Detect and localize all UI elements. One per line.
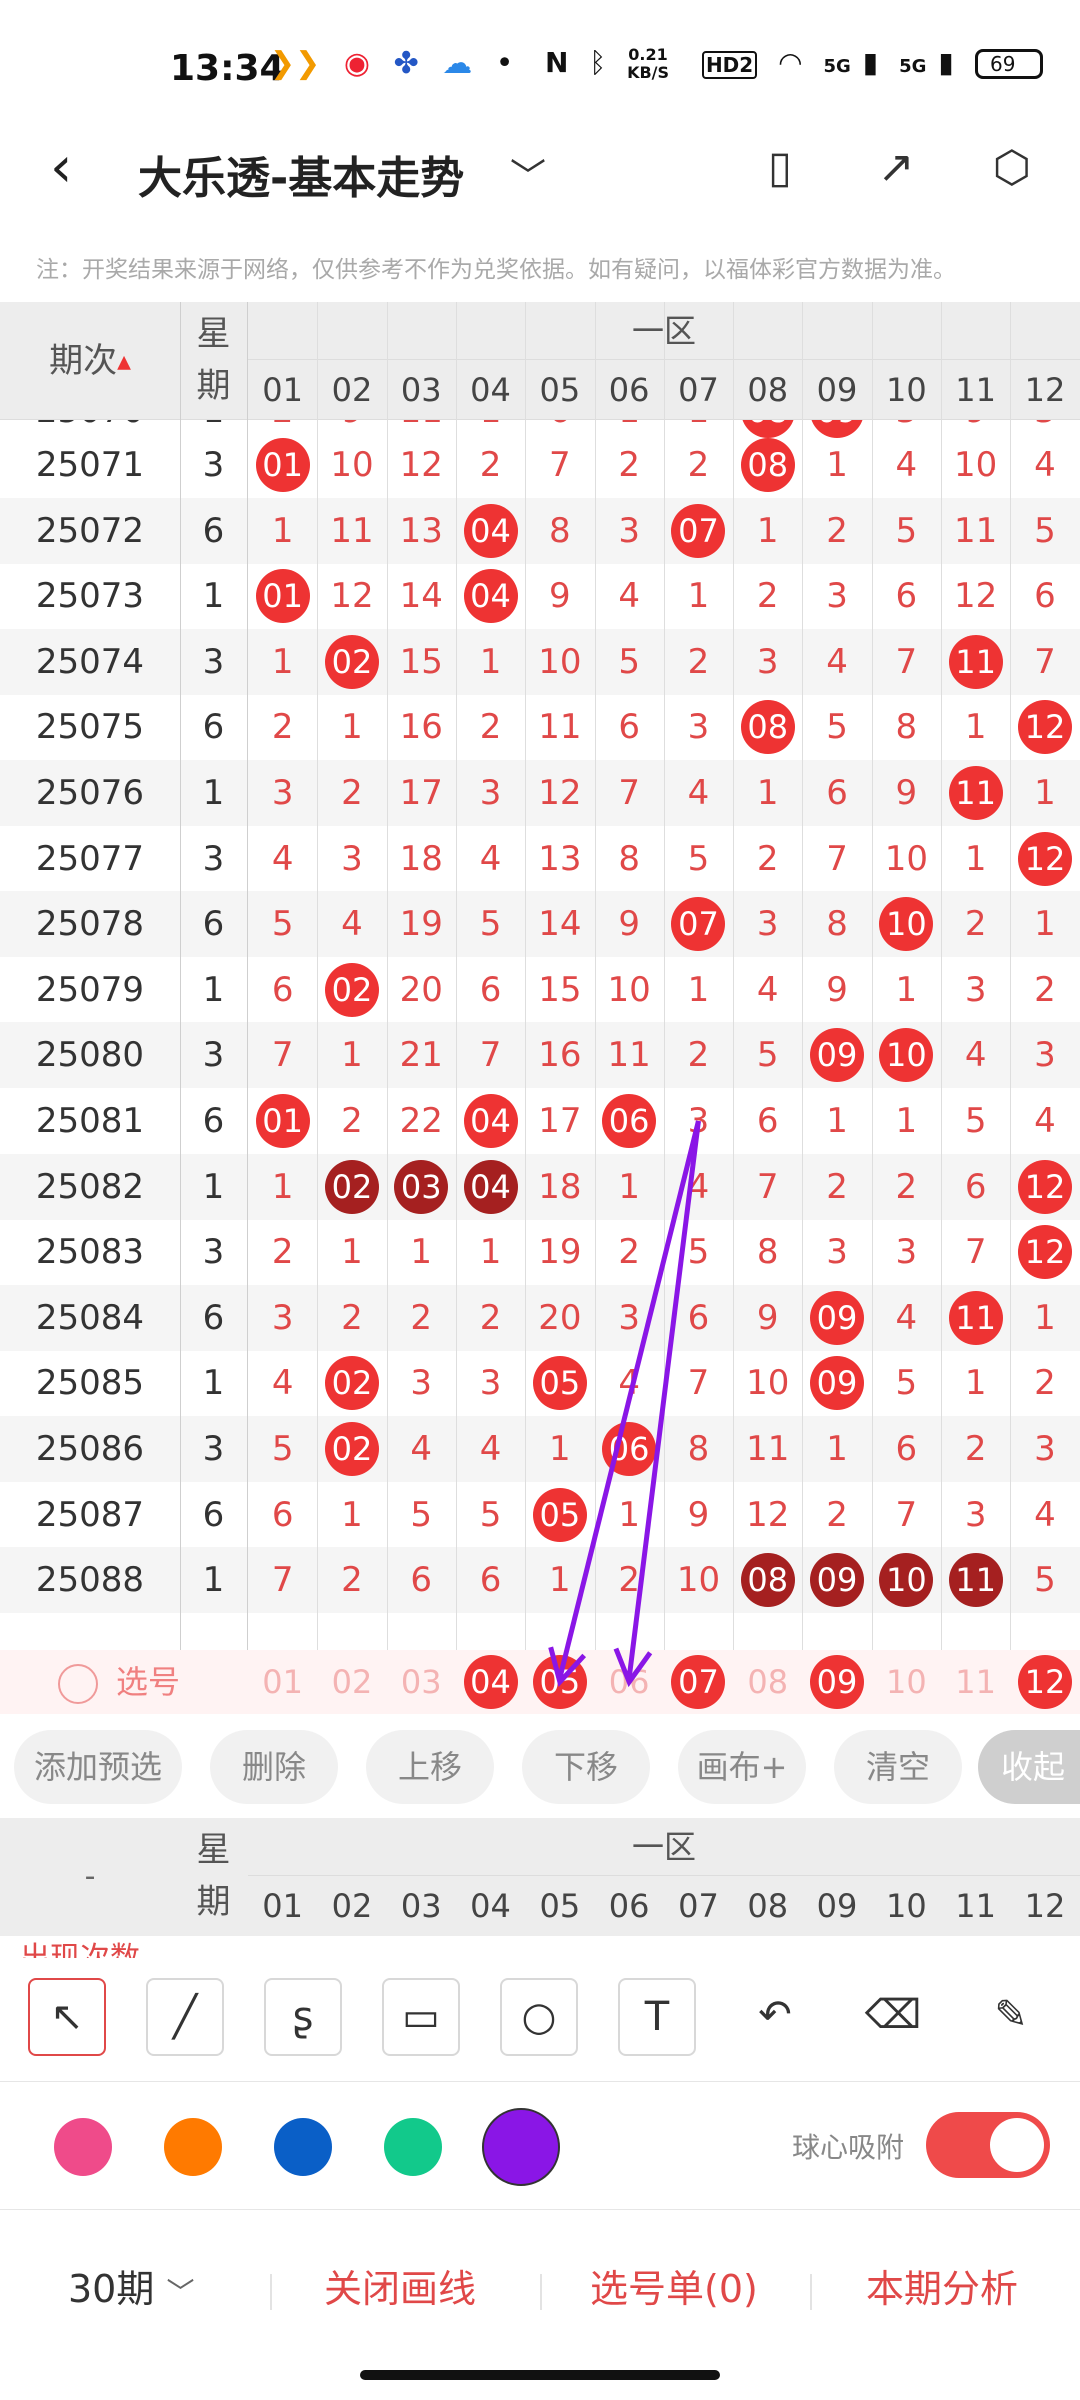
circle-tool-icon[interactable]: ○ xyxy=(500,1978,578,2056)
selection-list-button[interactable]: 选号单(0) xyxy=(590,2258,758,2313)
canvas-add-button[interactable]: 画布+ xyxy=(678,1730,806,1804)
color-green[interactable] xyxy=(384,2118,442,2176)
close-drawing-button[interactable]: 关闭画线 xyxy=(324,2258,476,2313)
clear-button[interactable]: 清空 xyxy=(834,1730,962,1804)
column-header: 06 xyxy=(608,1887,650,1925)
clear-brush-icon[interactable]: ✎ xyxy=(972,1978,1050,2056)
column-header: 08 xyxy=(747,1887,789,1925)
curve-tool-icon[interactable]: ʂ xyxy=(264,1978,342,2056)
color-orange[interactable] xyxy=(164,2118,222,2176)
move-down-button[interactable]: 下移 xyxy=(522,1730,650,1804)
stats-week-bottom: 期 xyxy=(196,1882,231,1922)
column-header: 09 xyxy=(816,1887,858,1925)
column-header: 07 xyxy=(678,1887,719,1925)
drawing-toolbar: ↖ ╱ ʂ ▭ ○ T ↶ ⌫ ✎ xyxy=(0,1958,1080,2082)
stats-table-header: - 星期 一区 01 02 03 04 05 06 07 08 09 10 11 12 出现次数 xyxy=(0,1818,1080,1958)
column-header: 12 xyxy=(1024,1887,1066,1925)
eraser-icon[interactable]: ⌫ xyxy=(854,1978,932,2056)
rectangle-tool-icon[interactable]: ▭ xyxy=(382,1978,460,2056)
column-header: 02 xyxy=(331,1887,373,1925)
stats-week-header: 星期 xyxy=(180,1818,247,1936)
drawn-arrow-line[interactable] xyxy=(626,1120,701,1679)
undo-icon[interactable]: ↶ xyxy=(736,1978,814,2056)
period-analysis-button[interactable]: 本期分析 xyxy=(866,2258,1018,2313)
toggle-knob xyxy=(990,2118,1044,2172)
color-pink[interactable] xyxy=(54,2118,112,2176)
divider xyxy=(540,2274,542,2310)
text-tool-icon[interactable]: T xyxy=(618,1978,696,2056)
column-header: 04 xyxy=(470,1887,511,1925)
stats-week-top: 星 xyxy=(196,1830,231,1870)
action-bar: 添加预选 删除 上移 下移 画布+ 清空 收起 xyxy=(0,1714,1080,1818)
snap-label: 球心吸附 xyxy=(792,2131,905,2164)
arrow-tool-icon[interactable]: ↖ xyxy=(28,1978,106,2056)
collapse-button[interactable]: 收起 xyxy=(978,1730,1080,1804)
line-tool-icon[interactable]: ╱ xyxy=(146,1978,224,2056)
divider xyxy=(270,2274,272,2310)
delete-button[interactable]: 删除 xyxy=(210,1730,338,1804)
column-header: 10 xyxy=(885,1887,927,1925)
color-purple-selected[interactable] xyxy=(482,2108,560,2186)
stats-row-label: 出现次数 xyxy=(20,1944,140,1959)
color-palette: 球心吸附 xyxy=(0,2082,1080,2210)
home-indicator[interactable] xyxy=(360,2370,720,2380)
color-blue[interactable] xyxy=(274,2118,332,2176)
column-header: 01 xyxy=(262,1887,303,1925)
stats-first-header: - xyxy=(84,1859,96,1894)
column-header: 03 xyxy=(400,1887,442,1925)
column-header: 05 xyxy=(539,1887,581,1925)
stats-partial-row: 出现次数 xyxy=(0,1936,1080,1958)
move-up-button[interactable]: 上移 xyxy=(366,1730,494,1804)
column-header: 11 xyxy=(955,1887,996,1925)
period-selector[interactable]: 30期 ﹀ xyxy=(68,2258,194,2313)
add-preselect-button[interactable]: 添加预选 xyxy=(14,1730,182,1804)
drawn-arrow-line[interactable] xyxy=(557,1120,701,1679)
chevron-down-icon: ﹀ xyxy=(166,2276,195,2309)
snap-toggle[interactable] xyxy=(926,2112,1050,2178)
stats-zone-label: 一区 xyxy=(248,1818,1080,1876)
divider xyxy=(810,2274,812,2310)
period-label: 30期 xyxy=(68,2267,155,2311)
